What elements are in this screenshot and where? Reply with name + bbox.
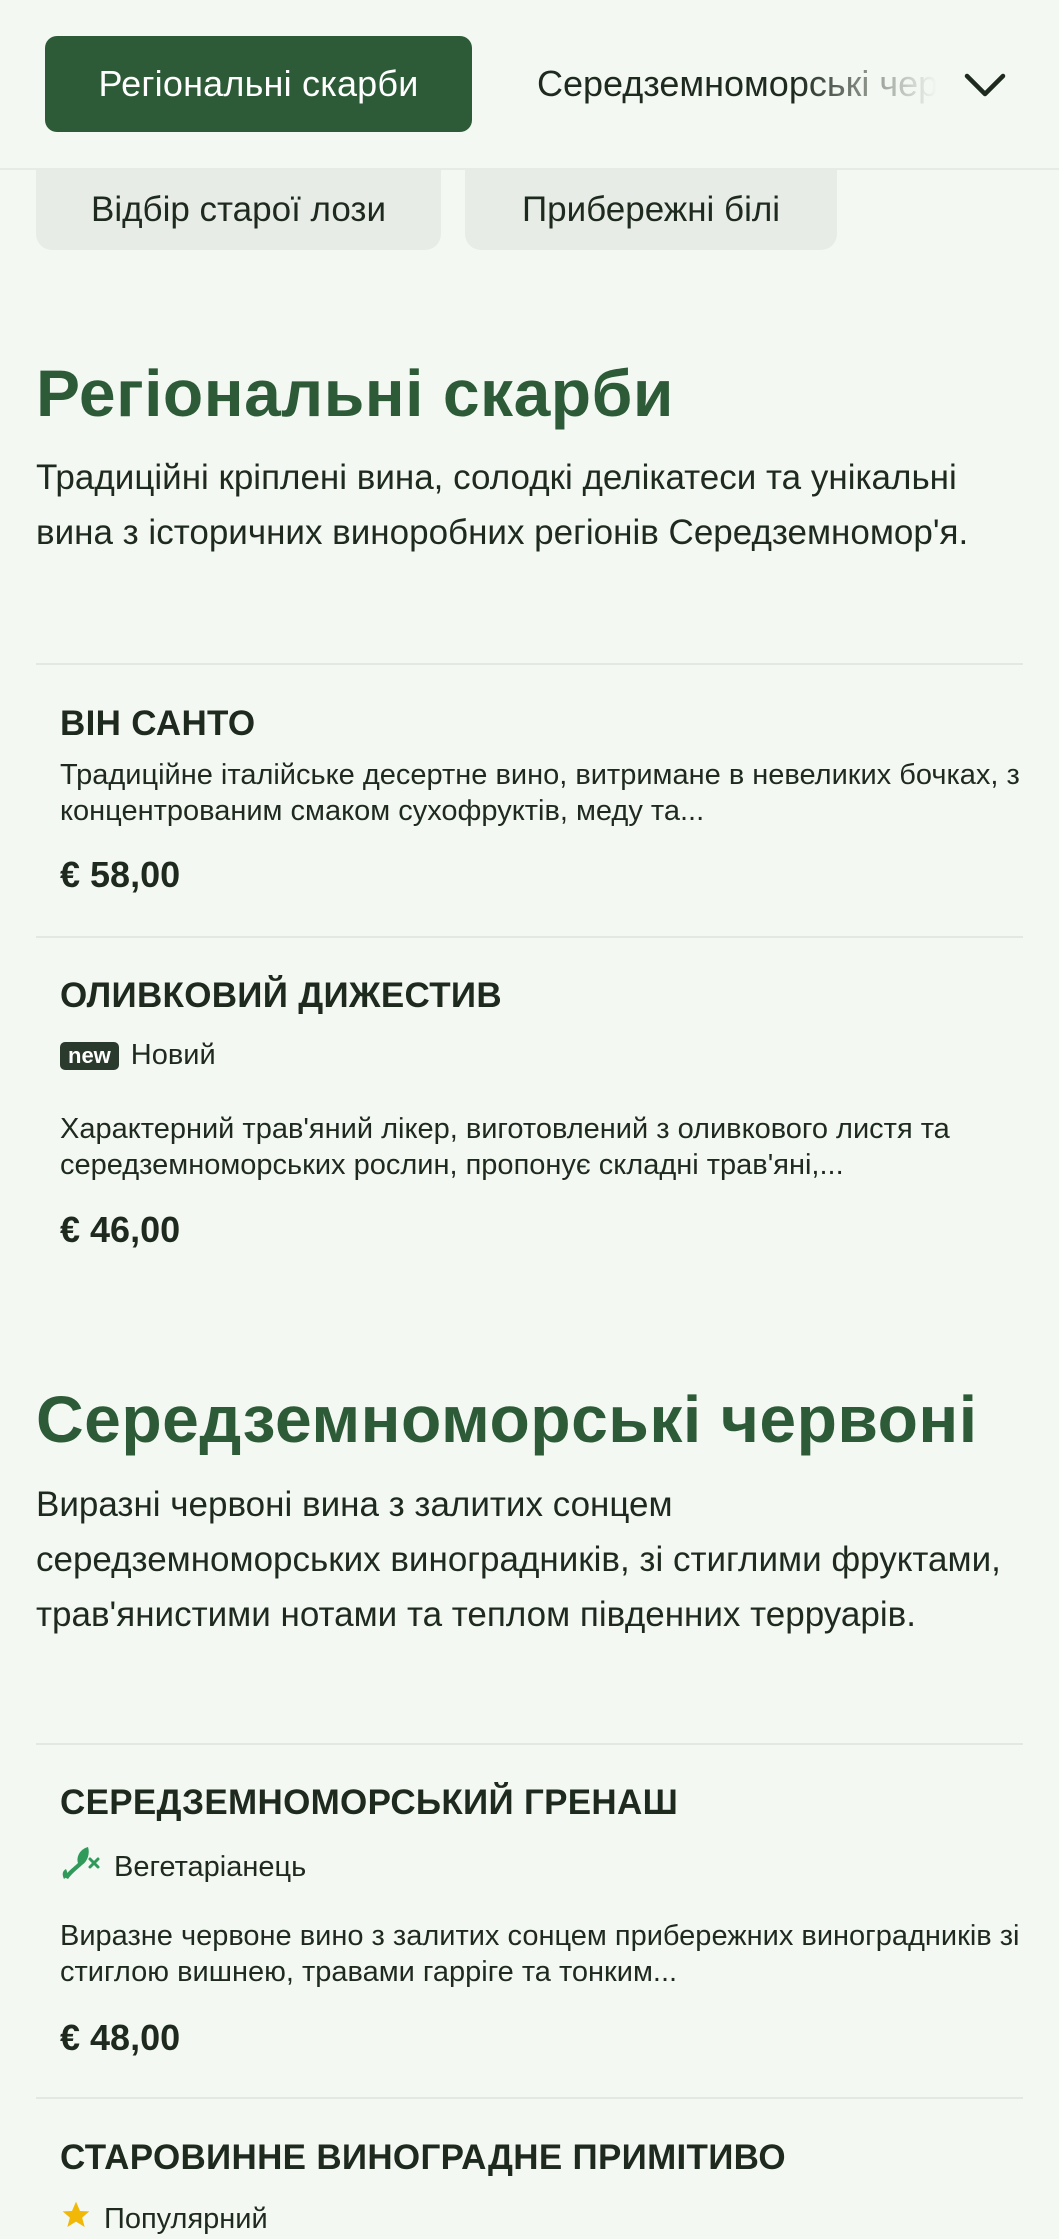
section-title: Середземноморські червоні — [36, 1382, 978, 1456]
vegetarian-icon — [60, 1843, 102, 1891]
divider — [36, 2097, 1023, 2099]
tag-label: Вегетаріанець — [114, 1850, 307, 1883]
divider — [36, 1743, 1023, 1745]
category-pills: Відбір старої лози Прибережні білі — [0, 170, 1059, 250]
item-tag: new Новий — [60, 1039, 216, 1072]
item-tag: Популярний — [60, 2199, 268, 2239]
item-description: Характерний трав'яний лікер, виготовлени… — [60, 1113, 950, 1181]
item-price: € 46,00 — [60, 1209, 181, 1250]
category-nav: Регіональні скарби Середземноморські чер… — [0, 0, 1059, 170]
item-tag: Вегетаріанець — [60, 1843, 306, 1891]
item-description: Виразне червоне вино з залитих сонцем пр… — [60, 1920, 1020, 1988]
divider — [36, 936, 1023, 938]
star-icon — [60, 2199, 92, 2239]
section-title: Регіональні скарби — [36, 356, 674, 430]
item-description: Традиційне італійське десертне вино, вит… — [60, 759, 1020, 827]
tab-old-vine-selection[interactable]: Відбір старої лози — [36, 170, 441, 250]
tab-regional-treasures[interactable]: Регіональні скарби — [45, 36, 472, 132]
tag-label: Новий — [130, 1039, 216, 1071]
tab-coastal-whites[interactable]: Прибережні білі — [465, 170, 837, 250]
tab-mediterranean-reds[interactable]: Середземноморські червоні — [537, 36, 937, 132]
new-badge: new — [60, 1041, 119, 1070]
divider — [36, 663, 1023, 665]
item-name: ОЛИВКОВИЙ ДИЖЕСТИВ — [60, 976, 502, 1015]
section-description: Традиційні кріплені вина, солодкі деліка… — [36, 458, 969, 552]
item-name: ВІН САНТО — [60, 704, 256, 743]
chevron-down-icon[interactable] — [960, 60, 1010, 110]
item-name: СТАРОВИННЕ ВИНОГРАДНЕ ПРИМІТИВО — [60, 2138, 786, 2177]
tag-label: Популярний — [104, 2202, 268, 2235]
section-description: Виразні червоні вина з залитих сонцем се… — [36, 1485, 1001, 1634]
item-name: СЕРЕДЗЕМНОМОРСЬКИЙ ГРЕНАШ — [60, 1783, 679, 1822]
item-price: € 58,00 — [60, 854, 181, 895]
item-price: € 48,00 — [60, 2017, 181, 2058]
